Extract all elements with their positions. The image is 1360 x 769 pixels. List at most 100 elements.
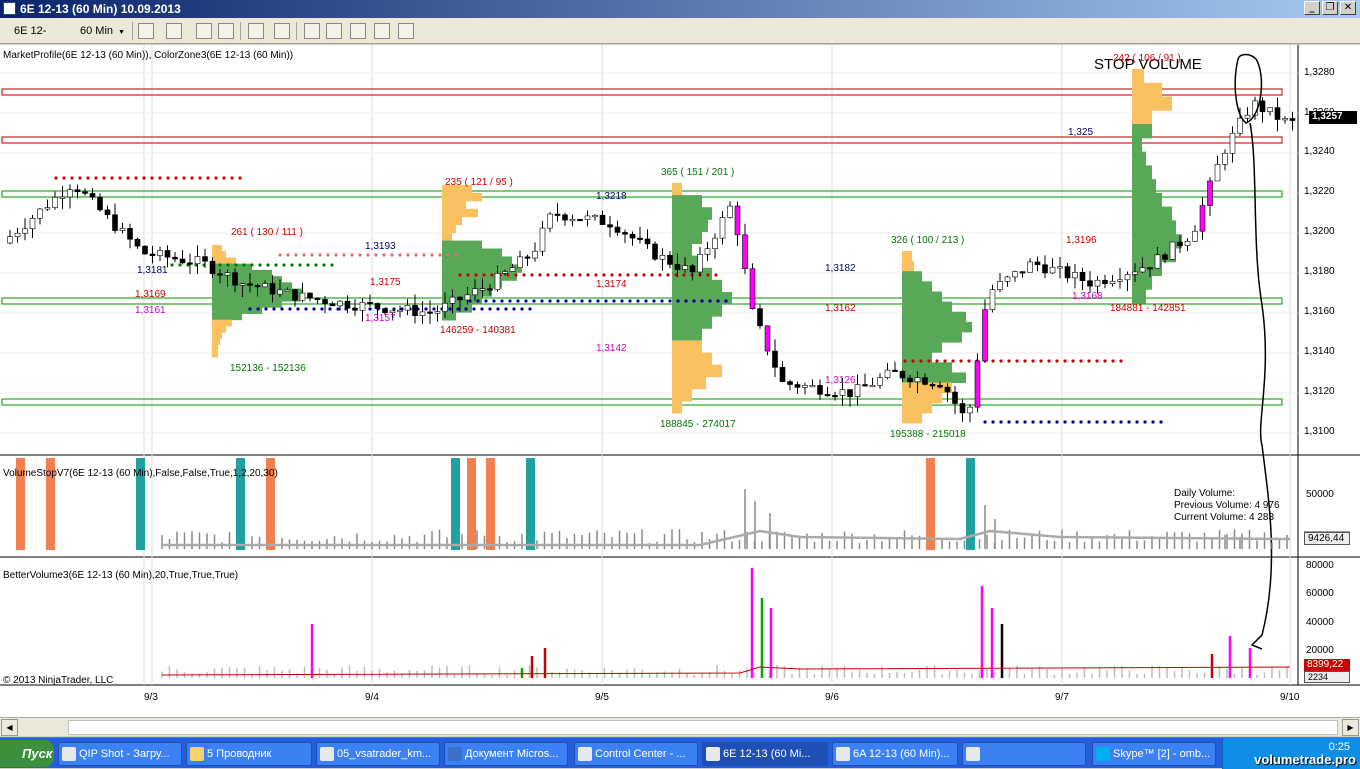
level-dot: [602, 273, 606, 277]
level-dot: [454, 253, 458, 257]
level-dot: [198, 176, 202, 180]
profile-bar: [902, 261, 914, 272]
taskbar-item[interactable]: [962, 742, 1086, 766]
start-button[interactable]: Пуск: [0, 740, 54, 767]
level-dot: [272, 307, 276, 311]
candle-body: [1214, 164, 1221, 182]
candle-body: [854, 384, 861, 397]
candle-body: [1094, 279, 1101, 287]
interval-dropdown[interactable]: 60 Min ▼: [74, 21, 128, 41]
level-dot: [991, 420, 995, 424]
level-dot: [320, 307, 324, 311]
level-dot: [612, 299, 616, 303]
level-dot: [274, 263, 278, 267]
candle-body: [217, 273, 223, 276]
level-dot: [1055, 359, 1059, 363]
minimize-button[interactable]: _: [1304, 1, 1320, 15]
profile-bar: [1132, 220, 1176, 235]
taskbar-item[interactable]: Skype™ [2] - omb...: [1092, 742, 1216, 766]
candle-body: [127, 228, 133, 240]
zoom-in-icon[interactable]: [196, 23, 212, 39]
chart-properties-icon[interactable]: [350, 23, 366, 39]
level-dot: [286, 253, 290, 257]
price-tick: 1,3240: [1304, 146, 1335, 157]
chart-canvas[interactable]: [0, 45, 1360, 717]
price-tick: 1,3200: [1304, 226, 1335, 237]
taskbar-item[interactable]: QIP Shot - Загру...: [58, 742, 182, 766]
level-label: 1,3196: [1066, 235, 1097, 246]
candle-body: [1244, 114, 1251, 119]
templates-icon[interactable]: [398, 23, 414, 39]
level-dot: [999, 359, 1003, 363]
candle-body: [1087, 280, 1093, 287]
candle-body: [899, 371, 906, 379]
candle-body: [509, 267, 516, 272]
zoom-out-icon[interactable]: [218, 23, 234, 39]
level-dot: [392, 307, 396, 311]
profile-bar: [672, 243, 692, 257]
level-dot: [234, 263, 238, 267]
ninjatrader-window: 6E 12-13 (60 Min) 10.09.2013 _ ❐ ✕ 6E 12…: [0, 0, 1360, 769]
chart-area[interactable]: MarketProfile(6E 12-13 (60 Min)), ColorZ…: [0, 45, 1360, 717]
bar-type-icon[interactable]: [138, 23, 154, 39]
taskbar-item-active[interactable]: 6E 12-13 (60 Mi...: [702, 742, 828, 766]
profile-bar: [672, 183, 682, 196]
candle-body: [104, 209, 111, 216]
data-box-icon[interactable]: [274, 23, 290, 39]
close-button[interactable]: ✕: [1340, 1, 1356, 15]
profile-bar: [672, 316, 712, 329]
scroll-thumb[interactable]: [68, 720, 1338, 735]
scroll-left-arrow-icon[interactable]: ◀: [1, 719, 18, 736]
indicators-icon[interactable]: [304, 23, 320, 39]
level-dot: [102, 176, 106, 180]
candle-body: [172, 256, 178, 260]
candle-body: [817, 385, 823, 395]
level-dot: [1079, 359, 1083, 363]
candle-body: [959, 403, 966, 414]
level-dot: [302, 253, 306, 257]
instrument-dropdown[interactable]: 6E 12-13▼: [8, 21, 70, 57]
price-tick: 1,3160: [1304, 306, 1335, 317]
level-dot: [86, 176, 90, 180]
profile-bar: [902, 331, 962, 343]
profile-bar: [902, 321, 972, 333]
taskbar-item[interactable]: 6A 12-13 (60 Min)...: [832, 742, 958, 766]
profile-bar: [212, 301, 282, 308]
taskbar-item[interactable]: 5 Проводник: [186, 742, 312, 766]
strategies-icon[interactable]: [326, 23, 342, 39]
date-tick: 9/6: [825, 692, 839, 703]
taskbar-item[interactable]: Документ Micros...: [444, 742, 568, 766]
price-panel-title: MarketProfile(6E 12-13 (60 Min)), ColorZ…: [3, 50, 294, 61]
profile-bar: [212, 257, 236, 265]
taskbar-item[interactable]: 05_vsatrader_km...: [316, 742, 440, 766]
horizontal-scrollbar[interactable]: ◀ ▶: [0, 717, 1360, 736]
candle-body: [719, 217, 726, 239]
profile-bar: [672, 376, 706, 390]
dollar-icon[interactable]: [374, 23, 390, 39]
level-dot: [596, 299, 600, 303]
level-dot: [1047, 420, 1051, 424]
level-dot: [660, 299, 664, 303]
taskbar-item-label: QIP Shot - Загру...: [79, 748, 170, 760]
level-dot: [282, 263, 286, 267]
candle-body: [1027, 261, 1033, 273]
level-dot: [504, 307, 508, 311]
profile-bar: [1132, 192, 1162, 208]
restore-button[interactable]: ❐: [1322, 1, 1338, 15]
taskbar-item-label: Документ Micros...: [465, 748, 559, 760]
candle-body: [329, 303, 336, 307]
drawing-tool-icon[interactable]: [166, 23, 182, 39]
level-dot: [951, 359, 955, 363]
taskbar-item[interactable]: Control Center - ...: [574, 742, 698, 766]
crosshair-icon[interactable]: [248, 23, 264, 39]
candle-body: [22, 228, 28, 234]
level-dot: [466, 273, 470, 277]
level-dot: [714, 273, 718, 277]
level-dot: [919, 359, 923, 363]
candle-body: [1064, 266, 1071, 279]
scroll-right-arrow-icon[interactable]: ▶: [1342, 719, 1359, 736]
profile-volume: 184881 - 142851: [1110, 303, 1186, 314]
level-dot: [644, 299, 648, 303]
level-dot: [214, 176, 218, 180]
candle-body: [322, 299, 328, 304]
